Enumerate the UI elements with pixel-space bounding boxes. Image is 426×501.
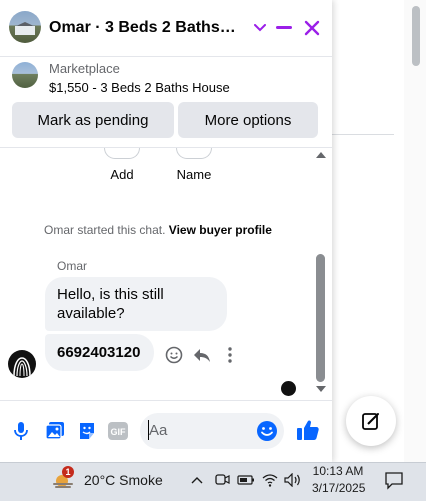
battery-icon[interactable] (237, 471, 255, 489)
new-message-button[interactable] (346, 396, 396, 446)
show-hidden-icons-icon[interactable] (188, 471, 206, 489)
meet-now-icon[interactable] (213, 471, 231, 489)
system-clock[interactable]: 10:13 AM 3/17/2025 (312, 463, 366, 497)
name-icon (176, 148, 212, 159)
clock-date: 3/17/2025 (312, 481, 366, 495)
listing-thumbnail[interactable] (12, 62, 38, 88)
mark-as-pending-button[interactable]: Mark as pending (12, 102, 174, 138)
weather-notification-badge: 1 (62, 466, 74, 478)
emoji-icon[interactable] (256, 420, 278, 442)
close-icon[interactable] (300, 16, 324, 40)
clock-time: 10:13 AM (312, 464, 364, 478)
more-vertical-icon[interactable] (220, 345, 240, 365)
chevron-down-icon[interactable] (248, 16, 272, 40)
compose-icon (362, 413, 379, 430)
message-bubble[interactable]: 6692403120 (45, 334, 154, 371)
chat-started-text: Omar started this chat. (44, 223, 166, 237)
listing-avatar[interactable] (9, 11, 41, 43)
sender-name: Omar (57, 259, 87, 273)
add-contact-action[interactable]: Add (92, 148, 152, 182)
react-icon[interactable] (164, 345, 184, 365)
weather-status[interactable]: 20°C Smoke (84, 472, 163, 488)
scroll-down-arrow-icon[interactable] (316, 386, 326, 392)
microphone-icon[interactable] (10, 420, 32, 442)
add-icon (104, 148, 140, 159)
read-receipt-avatar (281, 381, 296, 396)
minimize-icon[interactable] (272, 16, 296, 40)
more-options-button[interactable]: More options (178, 102, 318, 138)
add-label: Add (110, 167, 134, 182)
photo-icon[interactable] (44, 420, 66, 442)
sticker-icon[interactable] (76, 420, 98, 442)
chat-title[interactable]: Omar · 3 Beds 2 Baths Ho... (49, 19, 239, 41)
scroll-up-arrow-icon[interactable] (316, 152, 326, 158)
page-scrollbar-thumb[interactable] (412, 6, 420, 66)
volume-icon[interactable] (284, 471, 302, 489)
name-label: Name (176, 167, 212, 182)
sender-avatar[interactable] (8, 350, 36, 378)
listing-price-title[interactable]: $1,550 - 3 Beds 2 Baths House (49, 80, 230, 95)
wifi-icon[interactable] (261, 471, 279, 489)
message-input-placeholder: Aa (149, 422, 168, 439)
gif-icon[interactable]: GIF (107, 420, 129, 442)
background-divider (332, 134, 394, 135)
message-bubble[interactable]: Hello, is this still available? (45, 277, 227, 331)
listing-source: Marketplace (49, 61, 120, 76)
message-scrollbar-thumb[interactable] (316, 254, 325, 382)
name-action[interactable]: Name (164, 148, 224, 182)
view-buyer-profile-link[interactable]: View buyer profile (169, 223, 272, 237)
chat-started-notice: Omar started this chat. View buyer profi… (0, 223, 316, 237)
thumbs-up-icon[interactable] (296, 418, 320, 442)
svg-text:GIF: GIF (111, 427, 127, 437)
notification-center-icon[interactable] (384, 470, 404, 490)
reply-icon[interactable] (192, 345, 212, 365)
page-scrollbar[interactable] (404, 0, 426, 462)
